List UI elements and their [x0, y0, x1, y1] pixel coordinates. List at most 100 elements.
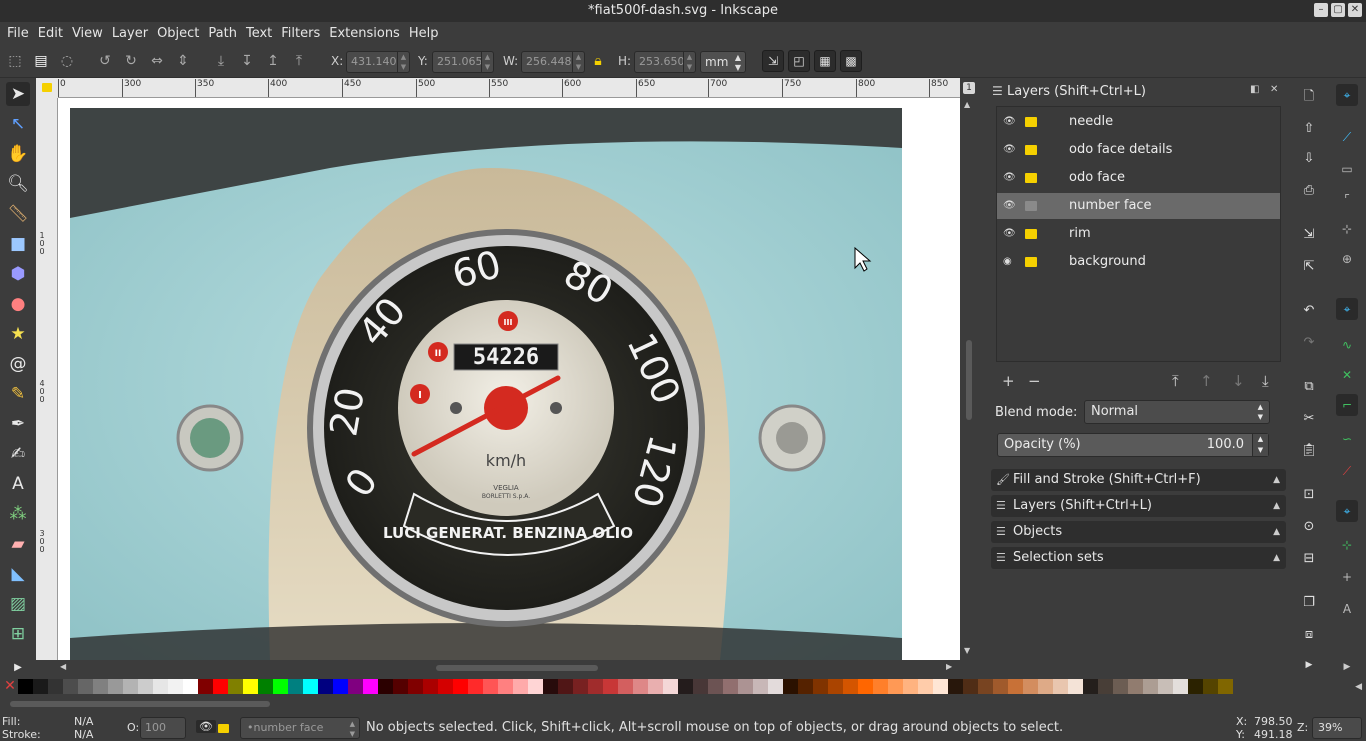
cut-icon[interactable]: ✂ — [1300, 410, 1318, 428]
x-input[interactable]: 431.140 ▲ ▼ — [346, 51, 410, 73]
color-swatch[interactable] — [1068, 679, 1083, 694]
snap-midpoints-icon[interactable]: ⟋ — [1336, 460, 1358, 482]
dock-expand-icon[interactable]: ▲ — [1273, 547, 1280, 569]
commands-expand-icon[interactable]: ▶ — [1300, 656, 1318, 674]
rectangle-tool-icon[interactable]: ■ — [6, 232, 30, 256]
scroll-down-icon[interactable]: ▼ — [964, 646, 970, 655]
dock-expand-icon[interactable]: ▲ — [1273, 469, 1280, 491]
color-swatch[interactable] — [168, 679, 183, 694]
color-swatch[interactable] — [1203, 679, 1218, 694]
export-icon[interactable]: ⇱ — [1300, 258, 1318, 276]
color-swatch[interactable] — [768, 679, 783, 694]
text-tool-icon[interactable]: A — [6, 472, 30, 496]
color-swatch[interactable] — [933, 679, 948, 694]
h-input[interactable]: 253.650 ▲ ▼ — [634, 51, 696, 73]
color-swatch[interactable] — [633, 679, 648, 694]
tweak-tool-icon[interactable]: ✋ — [6, 142, 30, 166]
snap-object-center-icon[interactable]: ⊹ — [1336, 534, 1358, 556]
eraser-tool-icon[interactable]: ▰ — [6, 532, 30, 556]
gradient-tool-icon[interactable]: ▨ — [6, 592, 30, 616]
color-swatch[interactable] — [978, 679, 993, 694]
panel-iconify-icon[interactable]: ◧ — [1250, 84, 1259, 95]
current-layer-select[interactable]: •number face ▲ ▼ — [240, 717, 360, 739]
scale-stroke-button[interactable]: ⇲ — [762, 50, 784, 72]
fill-value[interactable]: N/A — [74, 715, 93, 728]
color-swatch[interactable] — [33, 679, 48, 694]
lower-layer-icon[interactable]: ↓ — [1232, 372, 1245, 390]
canvas-info-icon[interactable]: 1 — [963, 82, 975, 94]
color-swatch[interactable] — [798, 679, 813, 694]
color-swatch[interactable] — [663, 679, 678, 694]
menu-layer[interactable]: Layer — [112, 26, 155, 41]
menu-filters[interactable]: Filters — [281, 26, 327, 41]
layer-row-odo-face[interactable]: 👁︎ odo face — [997, 165, 1280, 191]
color-swatch[interactable] — [213, 679, 228, 694]
color-swatch[interactable] — [753, 679, 768, 694]
lower-icon[interactable]: ↧ — [238, 52, 256, 70]
palette-scroll[interactable] — [0, 695, 1366, 713]
color-swatch[interactable] — [1023, 679, 1038, 694]
minimize-button[interactable]: – — [1314, 3, 1328, 17]
color-swatch[interactable] — [813, 679, 828, 694]
color-swatch[interactable] — [78, 679, 93, 694]
visibility-eye-icon[interactable]: 👁︎ — [1003, 193, 1016, 219]
y-spin-arrows[interactable]: ▲ ▼ — [481, 52, 493, 72]
color-swatch[interactable] — [1113, 679, 1128, 694]
close-window-button[interactable]: ✕ — [1348, 3, 1362, 17]
color-swatch[interactable] — [858, 679, 873, 694]
color-swatch[interactable] — [1083, 679, 1098, 694]
lock-ratio-icon[interactable]: 🔒︎ — [589, 52, 607, 70]
color-swatch[interactable] — [738, 679, 753, 694]
color-swatch[interactable] — [888, 679, 903, 694]
color-swatch[interactable] — [198, 679, 213, 694]
color-swatch[interactable] — [378, 679, 393, 694]
dashboard-artwork[interactable]: 54226 I II III km/h VEGLIA BORLETTI S.p.… — [70, 108, 902, 660]
visibility-eye-icon[interactable]: 👁︎ — [1003, 165, 1016, 191]
color-swatch[interactable] — [333, 679, 348, 694]
color-swatch[interactable] — [228, 679, 243, 694]
y-input[interactable]: 251.065 ▲ ▼ — [432, 51, 494, 73]
selector-tool-icon[interactable]: ➤ — [6, 82, 30, 106]
snap-intersections-icon[interactable]: ✕ — [1336, 364, 1358, 386]
color-swatch[interactable] — [48, 679, 63, 694]
visibility-eye-icon[interactable]: 👁︎ — [1003, 137, 1016, 163]
color-swatch[interactable] — [1053, 679, 1068, 694]
lock-icon[interactable] — [1025, 201, 1037, 211]
menu-view[interactable]: View — [72, 26, 110, 41]
clone-icon[interactable]: ⧈ — [1300, 626, 1318, 644]
print-icon[interactable]: ⎙ — [1300, 182, 1318, 200]
color-swatch[interactable] — [258, 679, 273, 694]
color-swatch[interactable] — [1038, 679, 1053, 694]
dock-expand-icon[interactable]: ▲ — [1273, 521, 1280, 543]
visibility-eye-icon[interactable]: 👁︎ — [1003, 221, 1016, 247]
layer-row-odo-face-details[interactable]: 👁︎ odo face details — [997, 137, 1280, 163]
menu-file[interactable]: File — [7, 26, 36, 41]
lower-to-bottom-icon[interactable]: ⤓ — [212, 52, 230, 70]
color-swatch[interactable] — [468, 679, 483, 694]
scroll-right-icon[interactable]: ▶ — [946, 662, 952, 671]
locked-icon[interactable] — [1025, 257, 1037, 267]
snap-bbox-midpoint-icon[interactable]: ⊹ — [1336, 218, 1358, 240]
rotate-ccw-icon[interactable]: ↺ — [96, 52, 114, 70]
vertical-ruler[interactable]: 100 400 300 — [36, 98, 58, 660]
palette-menu-icon[interactable]: ◀ — [1355, 682, 1362, 692]
color-swatch[interactable] — [63, 679, 78, 694]
layer-visibility-icon[interactable]: 👁︎ — [196, 720, 216, 733]
snap-others-icon[interactable]: ⌖ — [1336, 500, 1358, 522]
lower-layer-bottom-icon[interactable]: ⤓ — [1262, 372, 1269, 390]
color-swatch[interactable] — [393, 679, 408, 694]
color-swatch[interactable] — [1008, 679, 1023, 694]
visibility-eye-icon[interactable]: 👁︎ — [1003, 109, 1016, 135]
raise-icon[interactable]: ↥ — [264, 52, 282, 70]
color-swatch[interactable] — [498, 679, 513, 694]
opacity-slider[interactable]: Opacity (%) 100.0 ▲ ▼ — [997, 433, 1269, 457]
select-all-layers-icon[interactable]: ▤ — [32, 52, 50, 70]
zoom-drawing-icon[interactable]: ⊙ — [1300, 518, 1318, 536]
w-input[interactable]: 256.448 ▲ ▼ — [521, 51, 585, 73]
color-swatch[interactable] — [348, 679, 363, 694]
color-swatch[interactable] — [963, 679, 978, 694]
color-swatch[interactable] — [138, 679, 153, 694]
dock-selection-sets[interactable]: ☰ Selection sets ▲ — [991, 547, 1286, 569]
layer-row-background[interactable]: ◉ background — [997, 249, 1280, 275]
lock-icon[interactable] — [1025, 145, 1037, 155]
